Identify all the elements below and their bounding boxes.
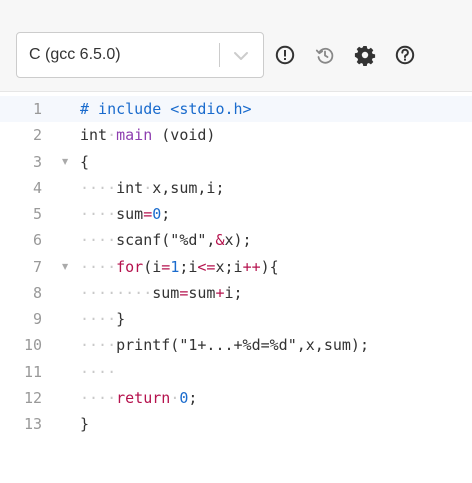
code-text: # include <stdio.h>	[80, 96, 252, 122]
whitespace-marker: ·	[143, 178, 153, 197]
line-number: 1	[32, 100, 42, 118]
code-token: for	[116, 257, 144, 276]
line-number: 11	[23, 362, 42, 381]
line-number: 10	[23, 336, 42, 355]
line-number: 12	[23, 388, 42, 407]
code-token: int	[116, 178, 144, 197]
code-editor[interactable]: 1 # include <stdio.h> 2 int·main (void) 3 ▼{4…	[0, 96, 472, 437]
whitespace-marker: ····	[80, 362, 117, 381]
code-token: 0	[152, 205, 162, 223]
code-text: ····	[80, 359, 116, 385]
code-token: sum	[116, 205, 144, 223]
line-number: 4	[32, 178, 42, 197]
language-select-value: C (gcc 6.5.0)	[29, 46, 121, 63]
whitespace-marker: ····	[80, 178, 117, 197]
code-token: ++	[242, 257, 261, 276]
code-token: <=	[197, 257, 216, 276]
code-line[interactable]: 6 ····scanf("%d",&x);	[0, 227, 472, 253]
code-token: (void)	[152, 126, 216, 145]
code-line[interactable]: 3 ▼ {	[0, 149, 472, 175]
code-line[interactable]: 9 ····}	[0, 306, 472, 332]
code-text: {	[80, 149, 89, 175]
code-token: +	[215, 283, 225, 302]
editor-toolbar: C (gcc 6.5.0)	[0, 20, 472, 92]
code-token: x;i	[215, 257, 243, 276]
code-token: scanf("%d",	[116, 231, 216, 250]
exclamation-circle-icon[interactable]	[274, 44, 296, 66]
code-token: ;	[188, 388, 198, 407]
code-text: ····return·0;	[80, 385, 197, 411]
whitespace-marker: ·	[107, 126, 117, 145]
code-line[interactable]: 8 ········sum=sum+i;	[0, 280, 472, 306]
code-line[interactable]: 13}	[0, 411, 472, 437]
line-number: 13	[23, 415, 42, 433]
code-line[interactable]: 10 ····printf("1+...+%d=%d",x,sum);	[0, 332, 472, 358]
code-token: ;	[161, 205, 171, 223]
gear-icon[interactable]	[354, 44, 376, 66]
fold-arrow-icon[interactable]: ▼	[62, 254, 68, 280]
line-number: 2	[32, 126, 42, 145]
code-token: }	[80, 415, 90, 433]
code-line[interactable]: 12 ····return·0;	[0, 385, 472, 411]
whitespace-marker: ········	[80, 283, 153, 302]
code-token: # include <stdio.h>	[80, 100, 252, 118]
code-line[interactable]: 2 int·main (void)	[0, 122, 472, 148]
whitespace-marker: ·	[170, 388, 180, 407]
code-token: x,sum,i;	[152, 178, 225, 197]
line-number: 5	[32, 205, 42, 223]
code-line[interactable]: 11 ····	[0, 359, 472, 385]
select-divider	[219, 43, 220, 67]
code-token: sum	[152, 283, 180, 302]
code-line[interactable]: 4 ····int·x,sum,i;	[0, 175, 472, 201]
code-text: ········sum=sum+i;	[80, 280, 243, 306]
code-token: (i	[143, 257, 162, 276]
code-line[interactable]: 5 ····sum=0;	[0, 201, 472, 227]
line-number: 7	[32, 257, 42, 276]
code-text: }	[80, 411, 89, 437]
chevron-down-icon[interactable]	[229, 44, 253, 68]
code-token: ){	[260, 257, 279, 276]
whitespace-marker: ····	[80, 388, 117, 407]
code-line[interactable]: 1 # include <stdio.h>	[0, 96, 472, 123]
code-token: printf("1+...+%d=%d",x,sum);	[116, 336, 369, 355]
top-strip	[0, 0, 472, 20]
code-token: ;i	[179, 257, 198, 276]
code-token: =	[161, 257, 171, 276]
line-number: 6	[32, 231, 42, 250]
code-token: 1	[170, 257, 180, 276]
line-number: 9	[32, 310, 42, 328]
line-number: 3	[32, 152, 42, 171]
code-token: sum	[188, 283, 216, 302]
code-token: return	[116, 388, 171, 407]
code-text: ····sum=0;	[80, 201, 170, 227]
fold-arrow-icon[interactable]: ▼	[62, 149, 68, 175]
language-select[interactable]: C (gcc 6.5.0)	[16, 32, 264, 78]
whitespace-marker: ····	[80, 205, 117, 223]
history-icon[interactable]	[314, 44, 336, 66]
code-token: }	[116, 310, 126, 328]
whitespace-marker: ····	[80, 231, 117, 250]
code-text: ····printf("1+...+%d=%d",x,sum);	[80, 332, 369, 358]
code-line[interactable]: 7 ▼ ····for(i=1;i<=x;i++){	[0, 254, 472, 280]
code-token: x);	[224, 231, 252, 250]
whitespace-marker: ····	[80, 310, 117, 328]
code-token: &	[215, 231, 225, 250]
code-text: ····}	[80, 306, 125, 332]
question-circle-icon[interactable]	[394, 44, 416, 66]
code-token: int	[80, 126, 108, 145]
whitespace-marker: ····	[80, 257, 117, 276]
code-text: int·main (void)	[80, 122, 215, 148]
code-text: ····scanf("%d",&x);	[80, 227, 252, 253]
line-number: 8	[32, 283, 42, 302]
code-text: ····int·x,sum,i;	[80, 175, 225, 201]
whitespace-marker: ····	[80, 336, 117, 355]
code-token: i;	[224, 283, 243, 302]
code-text: ····for(i=1;i<=x;i++){	[80, 254, 279, 280]
code-token: =	[143, 205, 153, 223]
code-token: main	[116, 126, 153, 145]
code-token: {	[80, 152, 90, 171]
